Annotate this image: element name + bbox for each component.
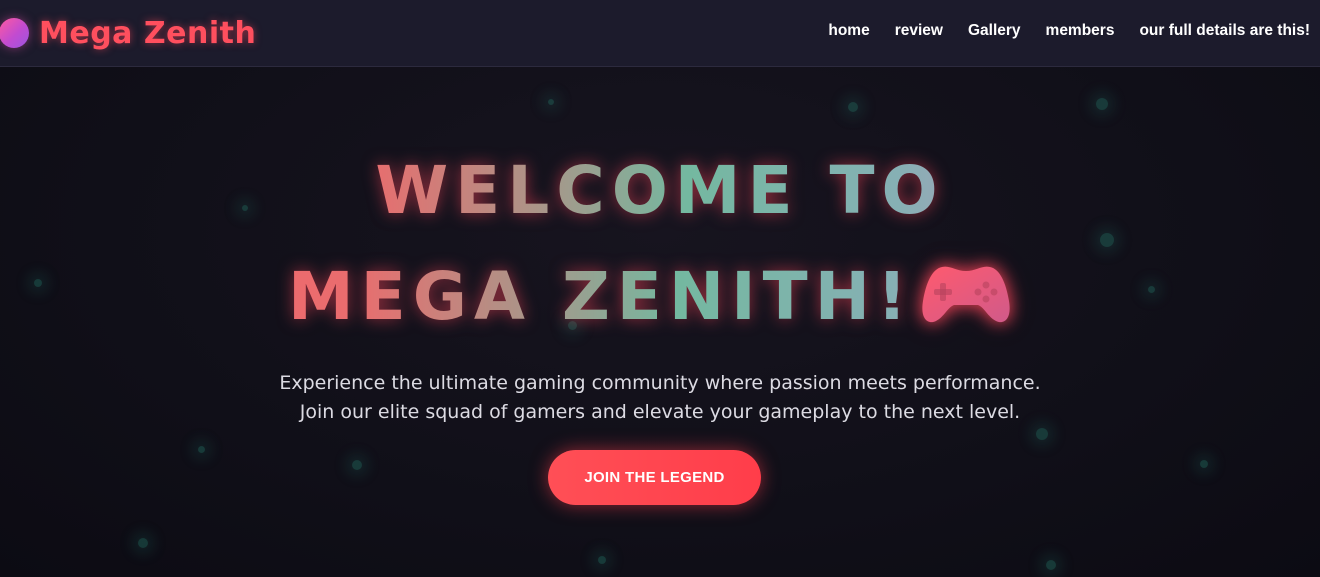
gamepad-icon (922, 266, 1010, 323)
background-particle (598, 556, 606, 564)
hero-title-line-2: MEGA ZENITH! (287, 258, 915, 335)
nav-link-review[interactable]: review (895, 22, 943, 40)
background-particle (198, 446, 205, 453)
background-particle (1200, 460, 1208, 468)
navbar: Mega Zenith home review Gallery members … (0, 0, 1320, 67)
brand-name: Mega Zenith (39, 15, 257, 51)
background-particle (352, 460, 362, 470)
hero-subtitle: Experience the ultimate gaming community… (0, 369, 1320, 427)
hero-subtitle-line-1: Experience the ultimate gaming community… (279, 372, 1041, 394)
background-particle (1046, 560, 1056, 570)
background-particle (1096, 98, 1108, 110)
nav-link-full-details[interactable]: our full details are this! (1139, 22, 1310, 40)
background-particle (138, 538, 148, 548)
hero-title-line-2-wrap: MEGA ZENITH! (0, 244, 1320, 350)
hero-title: WELCOME TO MEGA ZENITH! (0, 138, 1320, 350)
background-particle (1036, 428, 1048, 440)
hero-subtitle-line-2: Join our elite squad of gamers and eleva… (299, 401, 1021, 423)
nav-link-members[interactable]: members (1046, 22, 1115, 40)
nav-link-home[interactable]: home (828, 22, 869, 40)
join-the-legend-button[interactable]: JOIN THE LEGEND (548, 450, 761, 505)
nav-link-gallery[interactable]: Gallery (968, 22, 1021, 40)
page: Mega Zenith home review Gallery members … (0, 0, 1320, 577)
nav-menu: home review Gallery members our full det… (828, 22, 1310, 40)
background-particle (548, 99, 554, 105)
logo-orb-icon (0, 18, 29, 48)
hero-title-line-1: WELCOME TO (0, 138, 1320, 244)
brand-logo[interactable]: Mega Zenith (0, 14, 256, 52)
background-particle (848, 102, 858, 112)
